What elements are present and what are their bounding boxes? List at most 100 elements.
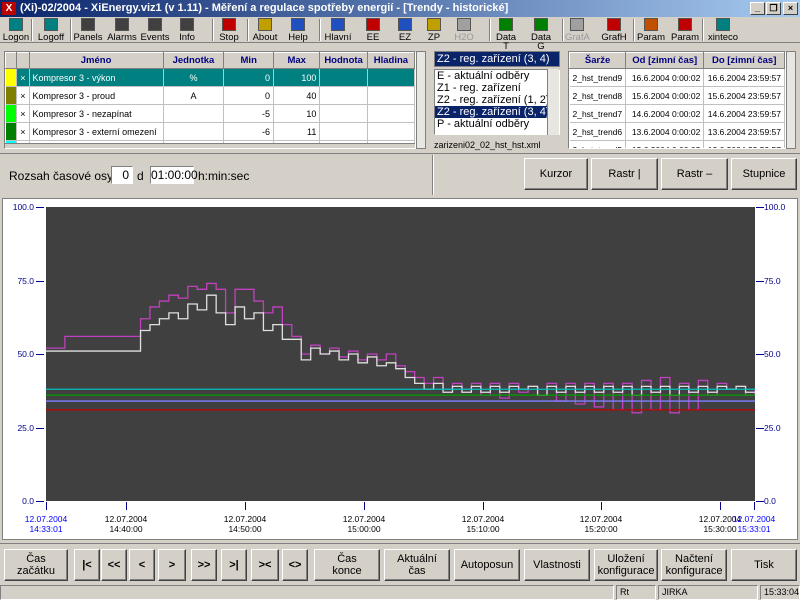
group-option[interactable]: Z2 - reg. zařízení (3, 4)	[435, 106, 559, 118]
toolbar-button-stop[interactable]: Stop	[215, 17, 243, 43]
grid-horizontal-button[interactable]: Rastr –	[661, 158, 728, 190]
toolbar-button-ee[interactable]: EE	[360, 17, 386, 43]
color-swatch[interactable]	[5, 104, 18, 123]
end-time-button[interactable]: Čas konce	[314, 549, 380, 581]
scale-button[interactable]: Stupnice	[731, 158, 797, 190]
toolbar-button-param1[interactable]: Param	[636, 17, 666, 43]
x-tick-time: 15:00:00	[347, 524, 381, 534]
color-swatch[interactable]	[5, 68, 18, 87]
group-option[interactable]: Z2 - reg. zařízení (1, 2)	[435, 94, 559, 106]
grid-vertical-button[interactable]: Rastr |	[591, 158, 658, 190]
zoom-in-button[interactable]: ><	[251, 549, 279, 581]
col-header-from[interactable]: Od [zimní čas]	[625, 52, 705, 69]
col-header-value[interactable]: Hodnota	[319, 52, 368, 69]
signal-max: 10	[273, 104, 321, 123]
signal-row[interactable]: × Kompresor 3 - nezapínat -5 10	[5, 104, 415, 123]
batch-row[interactable]: 2_hst_trend6 13.6.2004 0:00:02 13.6.2004 2…	[569, 122, 785, 141]
color-swatch[interactable]	[5, 86, 18, 105]
toolbar-button-info[interactable]: Info	[173, 17, 201, 43]
toolbar-button-panels[interactable]: Panels	[73, 17, 103, 43]
print-button[interactable]: Tisk	[731, 549, 797, 581]
zoom-out-button[interactable]: <>	[282, 549, 308, 581]
start-time-button[interactable]: Čas začátku	[4, 549, 68, 581]
group-select[interactable]: Z2 - reg. zařízení (3, 4)	[434, 51, 560, 67]
alarms-icon	[115, 18, 129, 31]
remove-x-icon[interactable]: ×	[16, 86, 30, 105]
toolbar-button-h2o[interactable]: H2O	[452, 17, 476, 43]
signals-scrollbar[interactable]	[416, 51, 426, 149]
save-config-button[interactable]: Uložení konfigurace	[594, 549, 658, 581]
signal-row[interactable]: × Kompresor 3 - externí omezení -6 11	[5, 122, 415, 141]
close-icon[interactable]: ×	[783, 2, 798, 15]
horizontal-scrollbar[interactable]	[5, 143, 415, 148]
toolbar-button-param2[interactable]: Param	[670, 17, 700, 43]
toolbar-label: GrafH	[601, 32, 627, 43]
autoscroll-button[interactable]: Autoposun	[454, 549, 520, 581]
x-tick-time: 15:33:01	[737, 524, 771, 534]
toolbar-button-help[interactable]: Help	[285, 17, 311, 43]
signal-row[interactable]: × Kompresor 3 - výkon% 0 100	[5, 68, 415, 87]
toolbar-button-about[interactable]: About	[250, 17, 280, 43]
restore-icon[interactable]: ❐	[766, 2, 781, 15]
toolbar-button-data-g[interactable]: Data G	[526, 17, 556, 51]
load-config-button[interactable]: Načtení konfigurace	[661, 549, 727, 581]
toolbar-button-hlavni[interactable]: Hlavní	[322, 17, 354, 43]
remove-x-icon[interactable]: ×	[16, 104, 30, 123]
x-tick-date: 12.07.2004	[223, 514, 267, 524]
axis-days-input[interactable]: 0	[111, 166, 133, 184]
toolbar-button-ez[interactable]: EZ	[393, 17, 417, 43]
group-scrollbar[interactable]	[547, 69, 559, 135]
fast-back-button[interactable]: <<	[101, 549, 127, 581]
group-option[interactable]: Z1 - reg. zařízení	[435, 82, 559, 94]
toolbar-label: EE	[366, 32, 380, 43]
col-header-level[interactable]: Hladina	[366, 52, 415, 69]
x-tick-time: 14:50:00	[228, 524, 262, 534]
current-time-button[interactable]: Aktuální čas	[384, 549, 450, 581]
ee-icon	[366, 18, 380, 31]
batch-row[interactable]: 2_hst_trend8 15.6.2004 0:00:02 15.6.2004 2…	[569, 86, 785, 105]
status-user: JIRKA	[658, 585, 758, 600]
toolbar-button-events[interactable]: Events	[138, 17, 172, 43]
batches-scrollbar[interactable]	[786, 51, 796, 149]
batch-row[interactable]: 2_hst_trend7 14.6.2004 0:00:02 14.6.2004 2…	[569, 104, 785, 123]
properties-button[interactable]: Vlastnosti	[524, 549, 590, 581]
col-header-unit[interactable]: Jednotka	[162, 52, 225, 69]
toolbar-button-xinteco[interactable]: xinteco	[706, 17, 740, 43]
toolbar-button-data-t[interactable]: Data T	[492, 17, 520, 51]
axis-range-label: Rozsah časové osy	[9, 169, 114, 183]
minimize-icon[interactable]: _	[750, 2, 765, 15]
trend-chart[interactable]	[46, 207, 755, 501]
back-button[interactable]: <	[129, 549, 155, 581]
remove-x-icon[interactable]: ×	[16, 122, 30, 141]
group-option[interactable]: P - aktuální odběry	[435, 118, 559, 130]
axis-time-input[interactable]: 01:00:00	[150, 166, 198, 184]
last-button[interactable]: >|	[221, 549, 247, 581]
x-tick-label: 12.07.2004 15:00:00	[334, 514, 394, 534]
signal-min: 0	[223, 68, 275, 87]
group-listbox[interactable]: E - aktuální odběry Z1 - reg. zařízení Z2 …	[434, 69, 560, 135]
group-option[interactable]: E - aktuální odběry	[435, 70, 559, 82]
signal-row[interactable]: × Kompresor 3 - proud A 0 40	[5, 86, 415, 105]
toolbar-button-graf-h[interactable]: GrafH	[598, 17, 630, 43]
toolbar-button-logoff[interactable]: Logoff	[34, 17, 68, 43]
plot-background	[46, 207, 755, 501]
batch-row[interactable]: 2_hst_trend512.6.2004 0:00:0212.6.2004 2…	[569, 140, 785, 148]
color-swatch[interactable]	[5, 122, 18, 141]
batch-row[interactable]: 2_hst_trend9 16.6.2004 0:00:02 16.6.2004 2…	[569, 68, 785, 87]
toolbar-button-zp[interactable]: ZP	[423, 17, 445, 43]
col-header-name[interactable]: Jméno	[28, 52, 164, 69]
first-button[interactable]: |<	[74, 549, 100, 581]
toolbar-button-logon[interactable]: Logon	[1, 17, 31, 43]
batch-name: 2_hst_trend5	[569, 140, 627, 148]
col-header-max[interactable]: Max	[273, 52, 321, 69]
forward-button[interactable]: >	[158, 549, 186, 581]
fast-forward-button[interactable]: >>	[191, 549, 217, 581]
logon-icon	[9, 18, 23, 31]
col-header-batch[interactable]: Šarže	[569, 52, 627, 69]
col-header-min[interactable]: Min	[223, 52, 275, 69]
col-header-to[interactable]: Do [zimní čas]	[703, 52, 785, 69]
remove-x-icon[interactable]: ×	[16, 68, 30, 87]
toolbar-button-graf-a[interactable]: GrafA	[565, 17, 590, 43]
toolbar-button-alarms[interactable]: Alarms	[106, 17, 138, 43]
cursor-button[interactable]: Kurzor	[524, 158, 588, 190]
